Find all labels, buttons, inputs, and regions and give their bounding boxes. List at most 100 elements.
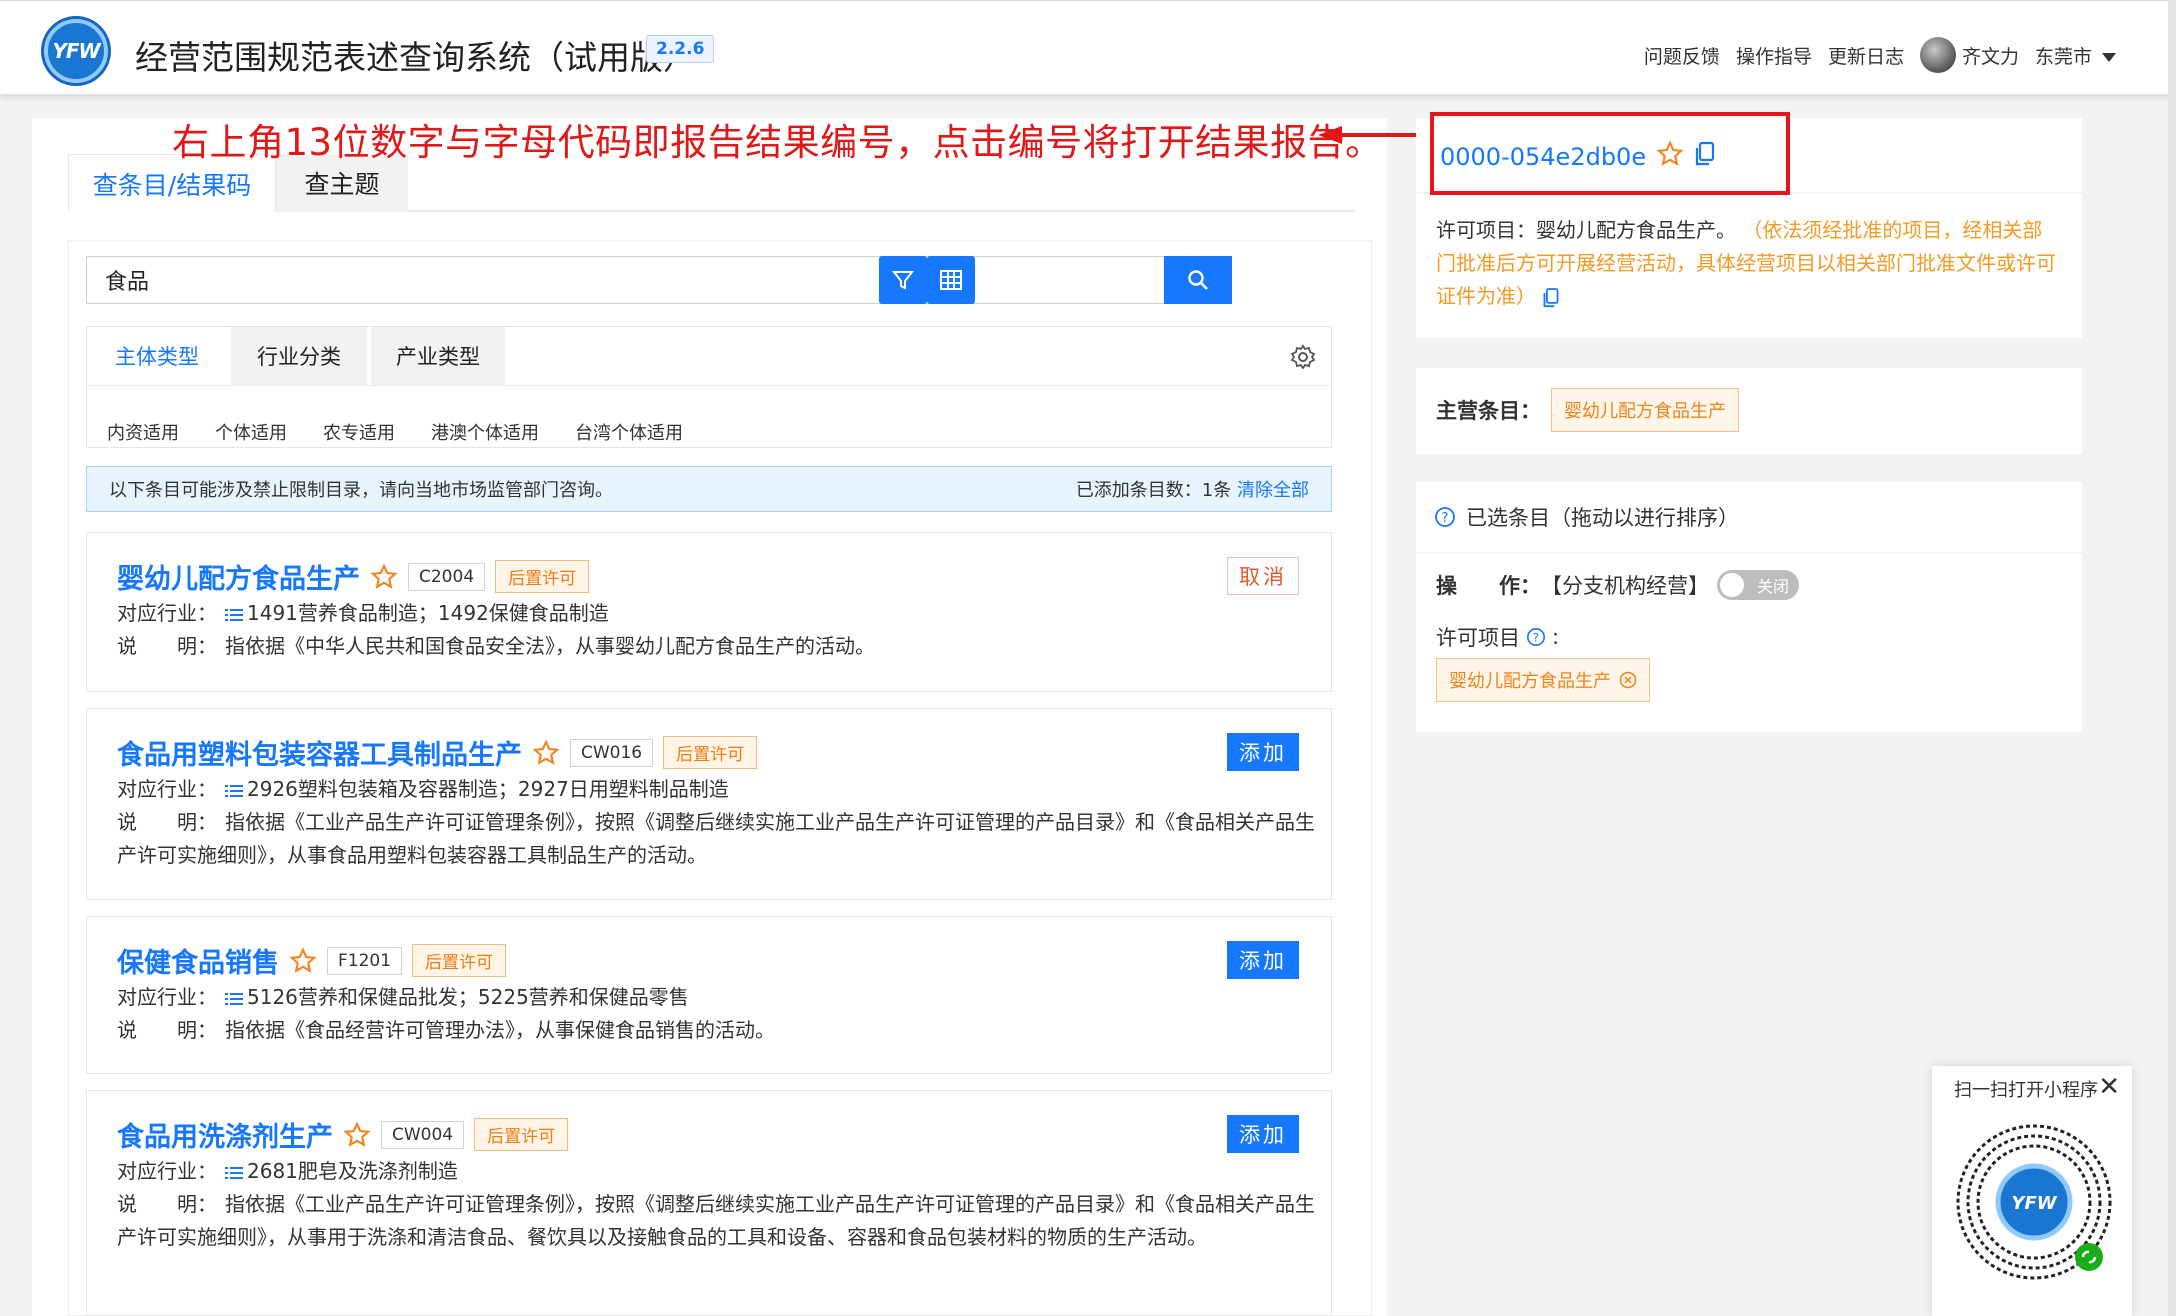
help-icon[interactable]: ?	[1526, 627, 1546, 647]
remove-icon[interactable]	[1619, 671, 1637, 689]
user-name: 齐文力	[1961, 45, 2019, 68]
op-value: 【分支机构经营】	[1541, 574, 1709, 598]
toggle-label: 关闭	[1756, 577, 1789, 596]
caret-down-icon	[2102, 52, 2116, 62]
selected-header: ? 已选条目（拖动以进行排序）	[1434, 502, 1739, 532]
city-selector[interactable]: 东莞市	[2035, 42, 2116, 69]
item-code: CW004	[381, 1120, 465, 1149]
add-button[interactable]: 添加	[1227, 941, 1299, 979]
list-item: 食品用洗涤剂生产 CW004 后置许可 添加 对应行业： 2681肥皂及洗涤剂制造…	[86, 1090, 1332, 1316]
item-header: 食品用塑料包装容器工具制品生产 CW016 后置许可	[117, 733, 758, 772]
search-button[interactable]	[1164, 256, 1232, 304]
app-logo[interactable]: YFW	[44, 19, 108, 83]
filter-taiwan[interactable]: 台湾个体适用	[575, 419, 683, 445]
added-count-wrap: 已添加条目数：1条 清除全部	[1076, 476, 1309, 502]
gear-icon	[1290, 344, 1316, 370]
main-item-label: 主营条目：	[1436, 399, 1541, 423]
star-icon[interactable]	[370, 562, 398, 591]
star-icon[interactable]	[343, 1120, 371, 1149]
add-button[interactable]: 添加	[1227, 1115, 1299, 1153]
divider	[1416, 552, 2082, 553]
star-icon[interactable]	[289, 946, 317, 975]
desc-value: 指依据《食品经营许可管理办法》，从事保健食品销售的活动。	[225, 1018, 775, 1042]
notice-text: 以下条目可能涉及禁止限制目录，请向当地市场监管部门咨询。	[109, 480, 613, 501]
qr-title: 扫一扫打开小程序	[1954, 1080, 2098, 1101]
copy-icon[interactable]	[1542, 284, 1560, 308]
selected-title: 已选条目（拖动以进行排序）	[1466, 506, 1739, 530]
industry-value: 2926塑料包装箱及容器制造；2927日用塑料制品制造	[247, 777, 729, 801]
table-icon	[940, 270, 962, 290]
filter-button[interactable]	[879, 256, 927, 304]
avatar	[1919, 37, 1956, 73]
permit-text: 许可项目：婴幼儿配方食品生产。 （依法须经批准的项目，经相关部门批准后方可开展经…	[1436, 214, 2056, 313]
tab-entity-type[interactable]: 主体类型	[87, 327, 227, 385]
toggle-knob	[1720, 573, 1744, 597]
permit-badge: 后置许可	[412, 944, 507, 977]
item-title[interactable]: 婴幼儿配方食品生产	[117, 557, 360, 596]
item-code: F1201	[327, 946, 403, 975]
help-icon[interactable]: ?	[1434, 506, 1456, 528]
industry-value: 2681肥皂及洗涤剂制造	[247, 1159, 458, 1183]
cancel-button[interactable]: 取消	[1227, 557, 1299, 595]
desc-row: 说 明： 指依据《食品经营许可管理办法》，从事保健食品销售的活动。	[117, 1014, 1317, 1047]
filter-hkmo[interactable]: 港澳个体适用	[431, 419, 539, 445]
app-title: 经营范围规范表述查询系统（试用版）	[135, 38, 696, 77]
search-input[interactable]: 食品	[86, 256, 1164, 304]
permit-badge: 后置许可	[663, 736, 758, 769]
category-filter-box: 主体类型 行业分类 产业类型 内资适用 个体适用 农专适用 港澳个体适用 台湾个…	[86, 326, 1332, 448]
changelog-link[interactable]: 更新日志	[1828, 42, 1904, 69]
list-item: 食品用塑料包装容器工具制品生产 CW016 后置许可 添加 对应行业： 2926塑…	[86, 708, 1332, 900]
star-icon[interactable]	[532, 738, 560, 767]
industry-label: 对应行业：	[117, 601, 217, 625]
tab-industry[interactable]: 行业分类	[231, 327, 367, 385]
operation-row: 操 作： 【分支机构经营】 关闭	[1436, 570, 1799, 600]
user-menu[interactable]: 齐文力	[1919, 37, 2019, 73]
list-icon	[225, 992, 243, 1005]
qr-popup: 扫一扫打开小程序 ✕ YFW	[1932, 1066, 2132, 1316]
permit-tag[interactable]: 婴幼儿配方食品生产	[1436, 658, 1650, 702]
list-icon	[225, 784, 243, 797]
close-icon[interactable]: ✕	[2098, 1072, 2120, 1102]
item-header: 食品用洗涤剂生产 CW004 后置许可	[117, 1115, 569, 1154]
permit-items-label: 许可项目	[1436, 626, 1520, 650]
clear-all-link[interactable]: 清除全部	[1237, 480, 1309, 501]
permit-tag-label: 婴幼儿配方食品生产	[1449, 671, 1611, 692]
main-item-tag[interactable]: 婴幼儿配方食品生产	[1551, 388, 1739, 432]
scrollbar[interactable]	[2168, 0, 2176, 1316]
annotation-text: 右上角13位数字与字母代码即报告结果编号，点击编号将打开结果报告。	[172, 121, 1383, 164]
item-title[interactable]: 保健食品销售	[117, 941, 279, 980]
item-title[interactable]: 食品用洗涤剂生产	[117, 1115, 333, 1154]
item-header: 保健食品销售 F1201 后置许可	[117, 941, 507, 980]
list-item: 婴幼儿配方食品生产 C2004 后置许可 取消 对应行业： 1491营养食品制造；…	[86, 532, 1332, 692]
search-icon	[1188, 270, 1208, 290]
filter-individual[interactable]: 个体适用	[215, 419, 287, 445]
selected-items-card: ? 已选条目（拖动以进行排序） 操 作： 【分支机构经营】 关闭 许可项目 ? …	[1416, 482, 2082, 732]
filter-coop[interactable]: 农专适用	[323, 419, 395, 445]
tab-sector[interactable]: 产业类型	[371, 327, 505, 385]
feedback-link[interactable]: 问题反馈	[1644, 42, 1720, 69]
desc-label: 说 明：	[117, 810, 217, 834]
city-label: 东莞市	[2034, 45, 2092, 68]
header-nav: 问题反馈 操作指导 更新日志 齐文力 东莞市	[1644, 37, 2116, 73]
svg-text:?: ?	[1442, 511, 1449, 526]
settings-button[interactable]	[1289, 343, 1317, 376]
branch-toggle[interactable]: 关闭	[1717, 570, 1799, 600]
item-header: 婴幼儿配方食品生产 C2004 后置许可	[117, 557, 590, 596]
item-code: C2004	[408, 562, 486, 591]
industry-label: 对应行业：	[117, 1159, 217, 1183]
desc-value: 指依据《工业产品生产许可证管理条例》，按照《调整后继续实施工业产品生产许可证管理…	[117, 810, 1315, 867]
desc-value: 指依据《中华人民共和国食品安全法》，从事婴幼儿配方食品生产的活动。	[225, 634, 875, 658]
table-view-button[interactable]	[927, 256, 975, 304]
item-title[interactable]: 食品用塑料包装容器工具制品生产	[117, 733, 522, 772]
industry-label: 对应行业：	[117, 985, 217, 1009]
guide-link[interactable]: 操作指导	[1736, 42, 1812, 69]
filter-icon	[891, 271, 915, 290]
filter-domestic[interactable]: 内资适用	[107, 419, 179, 445]
industry-value: 1491营养食品制造；1492保健食品制造	[247, 601, 609, 625]
list-icon	[225, 608, 243, 621]
list-item: 保健食品销售 F1201 后置许可 添加 对应行业： 5126营养和保健品批发；5…	[86, 916, 1332, 1074]
permit-label: 许可项目：婴幼儿配方食品生产。	[1436, 218, 1736, 242]
add-button[interactable]: 添加	[1227, 733, 1299, 771]
main-item-row: 主营条目： 婴幼儿配方食品生产	[1436, 388, 1739, 432]
item-code: CW016	[570, 738, 654, 767]
